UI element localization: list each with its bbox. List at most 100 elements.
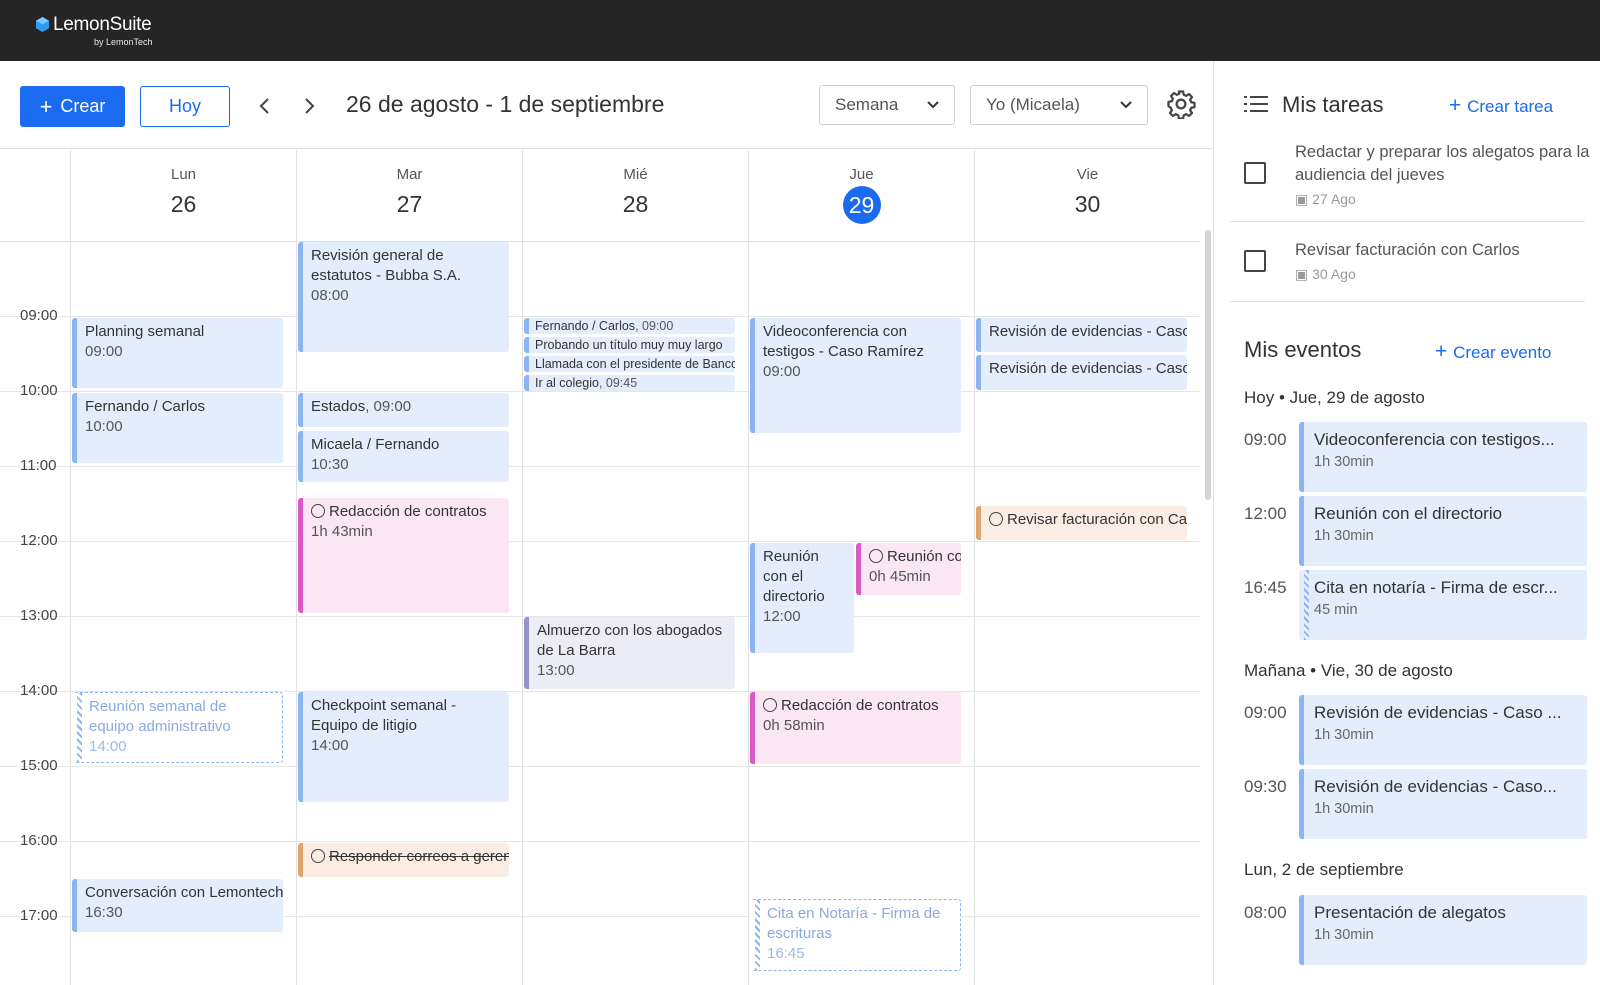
task-title: Redactar y preparar los alegatos para la… bbox=[1295, 143, 1590, 184]
calendar-task-event[interactable]: Revisar facturación con Carlos bbox=[976, 506, 1187, 540]
user-select[interactable]: Yo (Micaela) bbox=[970, 85, 1148, 125]
event-title: Fernando / Carlos bbox=[535, 319, 636, 333]
create-button[interactable]: + Crear bbox=[20, 86, 125, 127]
create-task-link[interactable]: + Crear tarea bbox=[1449, 94, 1553, 118]
view-select-value: Semana bbox=[835, 95, 899, 114]
calendar-event[interactable]: Fernando / Carlos, 09:00 bbox=[524, 318, 735, 334]
hour-label: 16:00 bbox=[20, 832, 58, 849]
calendar-task-event[interactable]: Reunión con 0h 45min bbox=[856, 543, 961, 595]
chevron-right-icon bbox=[305, 98, 315, 114]
event-duration: 1h 30min bbox=[1314, 454, 1374, 470]
event-title: Revisión de evidencias - Caso... bbox=[1314, 777, 1557, 796]
timer-icon bbox=[763, 698, 777, 712]
calendar-event[interactable]: Ir al colegio, 09:45 bbox=[524, 375, 735, 391]
hour-label: 17:00 bbox=[20, 907, 58, 924]
tasks-title: Mis tareas bbox=[1282, 92, 1384, 117]
event-group-title: Mañana • Vie, 30 de agosto bbox=[1244, 661, 1453, 680]
event-title: Revisión de evidencias - Caso Ramírez bbox=[989, 360, 1187, 377]
event-time: 14:00 bbox=[89, 738, 127, 755]
event-title: Conversación con Lemontech bbox=[85, 884, 283, 901]
date-range-title: 26 de agosto - 1 de septiembre bbox=[346, 91, 665, 117]
panel-event[interactable]: Revisión de evidencias - Caso... 1h 30mi… bbox=[1299, 769, 1587, 839]
column-divider bbox=[522, 150, 523, 985]
event-title: Micaela / Fernando bbox=[311, 436, 440, 453]
chevron-down-icon bbox=[927, 101, 939, 109]
calendar-event[interactable]: Revisión de evidencias - Caso Ramírez bbox=[976, 318, 1187, 352]
create-task-label: Crear tarea bbox=[1467, 97, 1554, 116]
prev-week-button[interactable] bbox=[250, 91, 280, 121]
event-title: Cita en Notaría - Firma de escrituras bbox=[767, 905, 941, 942]
calendar-event[interactable]: Almuerzo con los abogados de La Barra 13… bbox=[524, 617, 735, 689]
chevron-left-icon bbox=[259, 98, 269, 114]
event-time: 12:00 bbox=[1244, 504, 1287, 523]
event-time: 08:00 bbox=[1244, 903, 1287, 922]
app-byline: by LemonTech bbox=[94, 37, 153, 47]
panel-event[interactable]: Videoconferencia con testigos... 1h 30mi… bbox=[1299, 422, 1587, 492]
calendar-event[interactable]: Estados, 09:00 bbox=[298, 393, 509, 427]
calendar-scrollbar[interactable] bbox=[1205, 230, 1211, 500]
event-title: Revisar facturación con Carlos bbox=[1007, 511, 1187, 528]
event-title: Checkpoint semanal - Equipo de litigio bbox=[311, 697, 457, 734]
calendar-event[interactable]: Llamada con el presidente de Banco bbox=[524, 356, 735, 372]
day-header-thu[interactable]: Jue 29 bbox=[748, 150, 974, 241]
event-time: 09:00 bbox=[763, 363, 801, 380]
checkbox-icon[interactable] bbox=[1244, 162, 1266, 184]
cube-logo-icon bbox=[36, 17, 49, 32]
calendar-toolbar: + Crear Hoy 26 de agosto - 1 de septiemb… bbox=[0, 61, 1212, 149]
top-bar: LemonSuite by LemonTech bbox=[0, 0, 1600, 61]
calendar-event[interactable]: Conversación con Lemontech 16:30 bbox=[72, 879, 283, 932]
hour-line bbox=[0, 841, 1200, 842]
column-divider bbox=[296, 150, 297, 985]
event-duration: 1h 30min bbox=[1314, 801, 1374, 817]
event-time: , 09:00 bbox=[365, 398, 412, 415]
calendar-event[interactable]: Probando un título muy muy largo bbox=[524, 337, 735, 353]
gear-icon[interactable] bbox=[1166, 89, 1196, 119]
event-title: Revisión de evidencias - Caso Ramírez bbox=[989, 323, 1187, 340]
calendar-task-event[interactable]: Redacción de contratos 0h 58min bbox=[750, 692, 961, 764]
event-title: Planning semanal bbox=[85, 323, 205, 340]
day-name: Lun bbox=[170, 166, 197, 183]
calendar-task-completed[interactable]: Responder correos a gerencia bbox=[298, 843, 509, 877]
plus-icon: + bbox=[1435, 340, 1454, 363]
calendar-event[interactable]: Checkpoint semanal - Equipo de litigio 1… bbox=[298, 692, 509, 802]
calendar-event[interactable]: Revisión de evidencias - Caso Ramírez bbox=[976, 355, 1187, 390]
day-header-tue[interactable]: Mar 27 bbox=[296, 150, 522, 241]
day-name: Vie bbox=[1076, 166, 1099, 183]
panel-event[interactable]: Presentación de alegatos 1h 30min bbox=[1299, 895, 1587, 965]
calendar-event[interactable]: Fernando / Carlos 10:00 bbox=[72, 393, 283, 463]
hour-label: 11:00 bbox=[20, 457, 57, 474]
check-circle-icon bbox=[989, 512, 1003, 526]
view-select[interactable]: Semana bbox=[819, 85, 955, 125]
event-duration: 1h 30min bbox=[1314, 528, 1374, 544]
calendar-event[interactable]: Reunión con el directorio 12:00 bbox=[750, 543, 854, 653]
day-header-fri[interactable]: Vie 30 bbox=[974, 150, 1200, 241]
calendar-event[interactable]: Planning semanal 09:00 bbox=[72, 318, 283, 388]
day-header-mon[interactable]: Lun 26 bbox=[70, 150, 296, 241]
calendar-event[interactable]: Revisión general de estatutos - Bubba S.… bbox=[298, 242, 509, 352]
calendar-event[interactable]: Videoconferencia con testigos - Caso Ram… bbox=[750, 318, 961, 433]
calendar-event-pending[interactable]: Cita en Notaría - Firma de escrituras 16… bbox=[750, 899, 961, 971]
panel-event[interactable]: Reunión con el directorio 1h 30min bbox=[1299, 496, 1587, 566]
calendar-event[interactable]: Micaela / Fernando 10:30 bbox=[298, 431, 509, 482]
week-calendar: Lun 26 Mar 27 Mié 28 Jue 29 Vie 30 09:00… bbox=[0, 150, 1212, 985]
event-duration: 1h 43min bbox=[311, 523, 373, 540]
list-icon bbox=[1244, 96, 1268, 112]
day-header-wed[interactable]: Mié 28 bbox=[522, 150, 748, 241]
next-week-button[interactable] bbox=[294, 91, 324, 121]
hour-line bbox=[0, 541, 1200, 542]
event-title: Redacción de contratos bbox=[781, 697, 939, 714]
calendar-event-pending[interactable]: Reunión semanal de equipo administrativo… bbox=[72, 692, 283, 763]
event-time: 16:45 bbox=[1244, 578, 1287, 597]
task-item[interactable]: Redactar y preparar los alegatos para la… bbox=[1230, 137, 1589, 222]
hour-label: 14:00 bbox=[20, 682, 58, 699]
calendar-task-event[interactable]: Redacción de contratos 1h 43min bbox=[298, 498, 509, 613]
panel-event[interactable]: Revisión de evidencias - Caso ... 1h 30m… bbox=[1299, 695, 1587, 765]
panel-event[interactable]: Cita en notaría - Firma de escr... 45 mi… bbox=[1299, 570, 1587, 640]
event-title: Llamada con el presidente de Banco bbox=[535, 357, 735, 371]
task-item[interactable]: Revisar facturación con Carlos ▣ 30 Ago bbox=[1230, 223, 1585, 302]
checkbox-icon[interactable] bbox=[1244, 250, 1266, 272]
create-event-link[interactable]: + Crear evento bbox=[1435, 340, 1551, 364]
today-button[interactable]: Hoy bbox=[140, 86, 230, 127]
event-title: Revisión general de estatutos - Bubba S.… bbox=[311, 247, 462, 284]
hour-label: 15:00 bbox=[20, 757, 58, 774]
